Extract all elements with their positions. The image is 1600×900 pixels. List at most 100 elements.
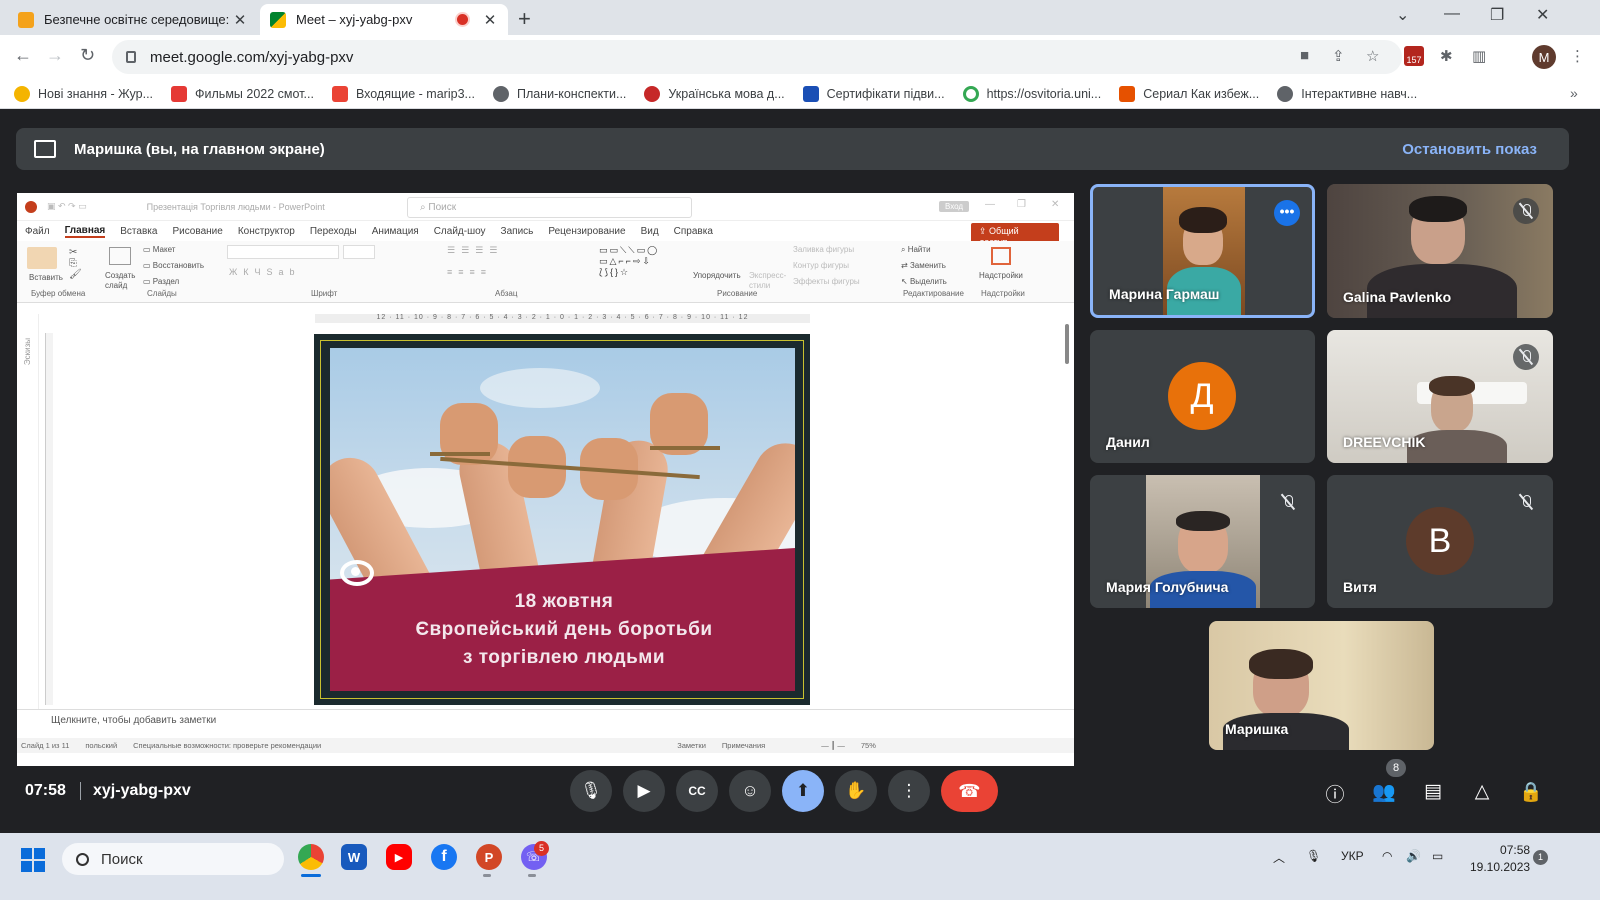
captions-button[interactable]: CC [676,770,718,812]
participant-tile[interactable]: Мария Голубнича [1090,475,1315,608]
volume-icon[interactable]: 🔊 [1406,849,1421,863]
extensions-puzzle-icon[interactable]: ✱ [1440,47,1453,65]
comments-toggle[interactable]: Примечания [722,741,765,750]
present-now-button[interactable]: ⬆ [782,770,824,812]
reload-button[interactable]: ↻ [80,45,95,66]
more-options-button[interactable]: ⋮ [888,770,930,812]
bookmark-item[interactable]: Фильмы 2022 смот... [171,85,314,102]
zoom-slider[interactable]: — ┃ — [821,741,845,750]
close-window-button[interactable]: ✕ [1536,5,1549,25]
bookmark-star-icon[interactable]: ☆ [1366,47,1379,65]
meeting-details-info-icon[interactable]: ⓘ [1323,780,1347,807]
restore-icon[interactable]: ❐ [1017,199,1026,210]
font-name-select[interactable] [227,245,339,259]
menu-tab[interactable]: Анимация [372,226,419,237]
browser-menu-icon[interactable]: ⋮ [1570,47,1585,65]
more-options-button[interactable]: ••• [1274,200,1300,226]
new-slide-button[interactable]: Создать слайд [105,271,141,291]
minimize-window-button[interactable]: — [1444,5,1460,23]
select-button[interactable]: ↖ Выделить [901,277,947,286]
input-language[interactable]: УКР [1341,849,1364,863]
layout-button[interactable]: ▭ Макет [143,245,175,254]
font-size-select[interactable] [343,245,375,259]
reset-button[interactable]: ▭ Восстановить [143,261,204,270]
language-status[interactable]: польский [85,741,117,750]
paragraph-buttons[interactable]: ☰☰☰☰ [447,245,503,256]
people-icon[interactable]: 👥 [1372,780,1396,804]
menu-tab[interactable]: Рецензирование [548,226,625,237]
facebook-icon[interactable]: f [431,844,457,870]
stop-presenting-button[interactable]: Остановить показ [1402,141,1537,158]
bookmark-item[interactable]: Сертифікати підви... [802,85,945,102]
chrome-icon[interactable] [298,844,324,870]
addins-button[interactable]: Надстройки [979,271,1023,280]
notes-toggle[interactable]: Заметки [677,741,706,750]
tab-search-chevron-icon[interactable]: ⌄ [1396,5,1409,25]
back-button[interactable]: ← [14,45,32,66]
font-format-buttons[interactable]: ЖКЧSab [229,267,301,277]
thumbnails-pane[interactable]: Эскизы [17,314,39,709]
accessibility-status[interactable]: Специальные возможности: проверьте реком… [133,741,321,750]
replace-button[interactable]: ⇄ Заменить [901,261,946,270]
menu-tab[interactable]: Рисование [172,226,222,237]
slide-canvas[interactable]: 18 жовтня Європейський день боротьби з т… [314,334,810,705]
menu-tab[interactable]: Файл [25,226,50,237]
shape-effects-button[interactable]: Эффекты фигуры [793,277,860,286]
wifi-icon[interactable]: ◠ [1382,849,1392,863]
bookmark-item[interactable]: https://osvitoria.uni... [962,85,1101,102]
close-icon[interactable]: ✕ [1051,199,1059,210]
reactions-button[interactable]: ☺ [729,770,771,812]
menu-tab[interactable]: Вид [641,226,659,237]
notes-pane[interactable]: Щелкните, чтобы добавить заметки [17,709,1074,731]
shapes-gallery[interactable]: ▭▭⟍⟍▭◯ ▭△⌐⌐⇨⇩ ⟅⟆{}☆ [599,245,689,281]
shape-fill-button[interactable]: Заливка фигуры [793,245,854,254]
close-tab-icon[interactable]: ✕ [232,11,248,29]
forward-button[interactable]: → [46,45,64,66]
vertical-scrollbar[interactable] [1063,314,1071,704]
menu-tab[interactable]: Справка [674,226,713,237]
more-bookmarks-chevron-icon[interactable]: » [1570,85,1578,101]
participant-tile[interactable]: Galina Pavlenko [1327,184,1553,318]
youtube-icon[interactable]: ▶ [386,844,412,870]
show-hidden-icons-chevron-icon[interactable]: ︿ [1273,849,1285,866]
minimize-icon[interactable]: — [985,199,995,210]
find-button[interactable]: ⌕ Найти [901,245,931,255]
profile-avatar[interactable]: M [1532,45,1556,69]
leave-call-button[interactable]: ☎ [941,770,998,812]
participant-tile[interactable]: В Витя [1327,475,1553,608]
menu-tab-home[interactable]: Главная [64,225,106,238]
taskbar-search-input[interactable]: Поиск [62,843,284,875]
login-button[interactable]: Вход [939,201,970,212]
notification-count-badge[interactable]: 1 [1533,850,1548,865]
zoom-level[interactable]: 75% [861,741,876,750]
powerpoint-search-input[interactable]: ⌕ Поиск [407,197,692,218]
word-icon[interactable]: W [341,844,367,870]
lock-icon[interactable] [126,51,136,63]
bookmark-item[interactable]: Інтерактивне навч... [1277,85,1417,102]
share-icon[interactable]: ⇪ [1332,47,1345,65]
bookmark-item[interactable]: Українська мова д... [644,85,785,102]
close-tab-icon[interactable]: ✕ [482,11,498,29]
browser-tab-inactive[interactable]: Безпечне освітнє середовище: ✕ [8,4,258,35]
section-button[interactable]: ▭ Раздел [143,277,179,286]
menu-tab[interactable]: Слайд-шоу [434,226,486,237]
maximize-window-button[interactable]: ❐ [1490,5,1504,25]
quick-styles-button[interactable]: Экспресс-стили [749,271,786,291]
bookmark-item[interactable]: Плани-конспекти... [492,85,626,102]
host-controls-lock-icon[interactable]: 🔒 [1519,780,1543,804]
calendar-extension-icon[interactable]: 157 [1404,46,1424,66]
activities-icon[interactable]: △ [1470,780,1494,803]
participant-tile[interactable]: DREEVCHIK [1327,330,1553,463]
bookmark-item[interactable]: Входящие - marip3... [331,85,475,102]
side-panel-icon[interactable]: ▥ [1472,47,1486,65]
menu-tab[interactable]: Запись [501,226,534,237]
battery-icon[interactable]: ▭ [1432,849,1443,863]
participant-tile[interactable]: Д Данил [1090,330,1315,463]
taskbar-clock[interactable]: 07:58 19.10.2023 [1470,842,1530,876]
menu-tab[interactable]: Конструктор [238,226,295,237]
participant-tile[interactable]: ••• Марина Гармаш [1090,184,1315,318]
microphone-button[interactable]: 🎙 [570,770,612,812]
meeting-code[interactable]: xyj-yabg-pxv [93,782,191,800]
shape-outline-button[interactable]: Контур фигуры [793,261,849,270]
menu-tab[interactable]: Переходы [310,226,357,237]
